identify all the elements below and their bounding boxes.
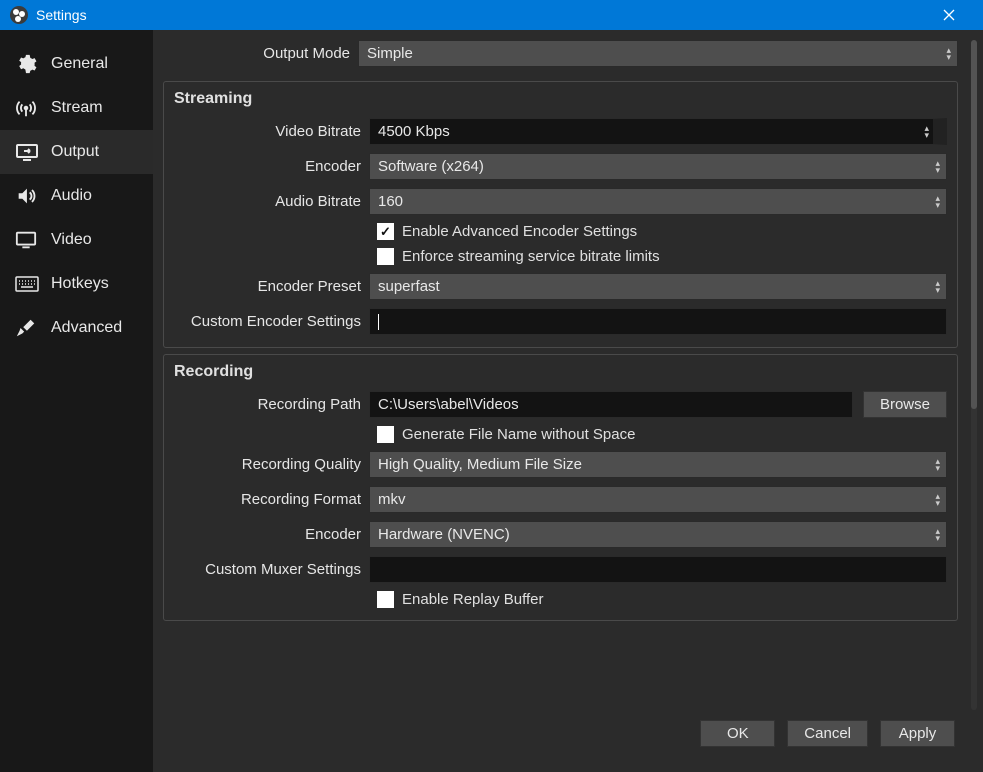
output-mode-select[interactable]: Simple ▴▾ — [358, 40, 958, 67]
sidebar-item-output[interactable]: Output — [0, 130, 153, 174]
streaming-group: Streaming Video Bitrate 4500 Kbps ▴▾ Enc… — [163, 81, 958, 348]
tools-icon — [15, 317, 41, 339]
recording-path-input[interactable]: C:\Users\abel\Videos — [369, 391, 853, 418]
enforce-limits-label: Enforce streaming service bitrate limits — [402, 248, 660, 265]
app-icon — [10, 6, 28, 24]
enforce-limits-checkbox[interactable] — [377, 248, 394, 265]
enable-advanced-label: Enable Advanced Encoder Settings — [402, 223, 637, 240]
apply-button[interactable]: Apply — [880, 720, 955, 747]
chevron-updown-icon: ▴▾ — [935, 280, 940, 294]
streaming-title: Streaming — [174, 90, 947, 108]
audio-bitrate-label: Audio Bitrate — [174, 193, 369, 210]
sidebar-item-label: Audio — [51, 187, 92, 205]
chevron-updown-icon: ▴▾ — [935, 458, 940, 472]
recording-quality-label: Recording Quality — [174, 456, 369, 473]
recording-format-select[interactable]: mkv ▴▾ — [369, 486, 947, 513]
replay-buffer-label: Enable Replay Buffer — [402, 591, 543, 608]
sidebar-item-video[interactable]: Video — [0, 218, 153, 262]
speaker-icon — [15, 185, 41, 207]
monitor-icon — [15, 230, 41, 250]
custom-muxer-label: Custom Muxer Settings — [174, 561, 369, 578]
recording-format-label: Recording Format — [174, 491, 369, 508]
chevron-updown-icon: ▴▾ — [935, 195, 940, 209]
video-bitrate-label: Video Bitrate — [174, 123, 369, 140]
custom-muxer-input[interactable] — [369, 556, 947, 583]
recording-path-label: Recording Path — [174, 396, 369, 413]
sidebar-item-label: Video — [51, 231, 92, 249]
sidebar-item-advanced[interactable]: Advanced — [0, 306, 153, 350]
window-title: Settings — [36, 7, 943, 23]
filename-no-space-label: Generate File Name without Space — [402, 426, 635, 443]
recording-title: Recording — [174, 363, 947, 381]
sidebar: General Stream Output Audio Video — [0, 30, 153, 720]
streaming-encoder-select[interactable]: Software (x264) ▴▾ — [369, 153, 947, 180]
encoder-preset-label: Encoder Preset — [174, 278, 369, 295]
filename-no-space-checkbox[interactable] — [377, 426, 394, 443]
gear-icon — [15, 53, 41, 75]
monitor-out-icon — [15, 142, 41, 162]
sidebar-item-label: General — [51, 55, 108, 73]
chevron-updown-icon: ▴▾ — [935, 528, 940, 542]
ok-button[interactable]: OK — [700, 720, 775, 747]
antenna-icon — [15, 97, 41, 119]
sidebar-item-label: Output — [51, 143, 99, 161]
enable-advanced-checkbox[interactable] — [377, 223, 394, 240]
scrollbar[interactable] — [971, 40, 977, 710]
encoder-preset-select[interactable]: superfast ▴▾ — [369, 273, 947, 300]
title-bar: Settings — [0, 0, 983, 30]
keyboard-icon — [15, 276, 41, 292]
custom-encoder-input[interactable] — [369, 308, 947, 335]
bottom-bar: OK Cancel Apply — [0, 720, 983, 772]
browse-button[interactable]: Browse — [863, 391, 947, 418]
sidebar-item-label: Stream — [51, 99, 103, 117]
cancel-button[interactable]: Cancel — [787, 720, 868, 747]
encoder-label: Encoder — [174, 158, 369, 175]
custom-encoder-label: Custom Encoder Settings — [174, 313, 369, 330]
recording-encoder-select[interactable]: Hardware (NVENC) ▴▾ — [369, 521, 947, 548]
spinner-icon[interactable]: ▴▾ — [924, 125, 929, 139]
recording-encoder-label: Encoder — [174, 526, 369, 543]
video-bitrate-input[interactable]: 4500 Kbps ▴▾ — [369, 118, 947, 145]
sidebar-item-label: Hotkeys — [51, 275, 109, 293]
sidebar-item-hotkeys[interactable]: Hotkeys — [0, 262, 153, 306]
replay-buffer-checkbox[interactable] — [377, 591, 394, 608]
sidebar-item-stream[interactable]: Stream — [0, 86, 153, 130]
content-area: Output Mode Simple ▴▾ Streaming Video Bi… — [153, 30, 983, 720]
sidebar-item-general[interactable]: General — [0, 42, 153, 86]
recording-quality-select[interactable]: High Quality, Medium File Size ▴▾ — [369, 451, 947, 478]
chevron-updown-icon: ▴▾ — [935, 493, 940, 507]
output-mode-label: Output Mode — [163, 45, 358, 62]
recording-group: Recording Recording Path C:\Users\abel\V… — [163, 354, 958, 621]
chevron-updown-icon: ▴▾ — [946, 47, 951, 61]
sidebar-item-audio[interactable]: Audio — [0, 174, 153, 218]
sidebar-item-label: Advanced — [51, 319, 122, 337]
chevron-updown-icon: ▴▾ — [935, 160, 940, 174]
audio-bitrate-select[interactable]: 160 ▴▾ — [369, 188, 947, 215]
close-icon[interactable] — [943, 9, 973, 21]
